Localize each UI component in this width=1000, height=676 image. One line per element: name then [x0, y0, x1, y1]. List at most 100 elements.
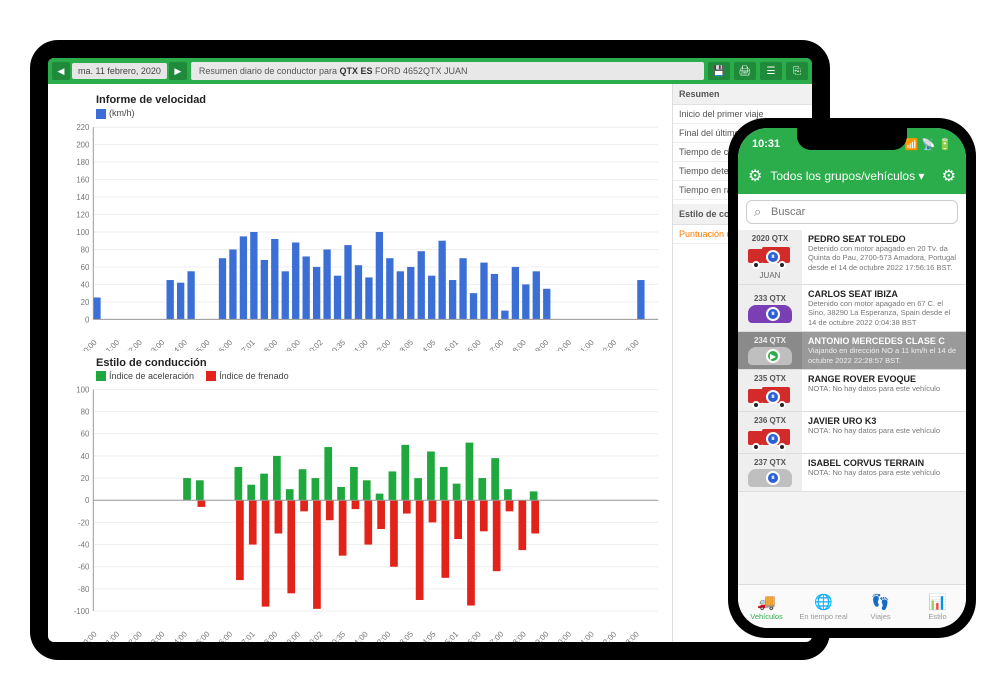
svg-text:08:00: 08:00 [259, 629, 280, 642]
vehicle-item[interactable]: 233 QTX ⏸ CARLOS SEAT IBIZA Detenido con… [738, 285, 966, 332]
svg-text:-80: -80 [78, 585, 90, 594]
svg-text:04:00: 04:00 [169, 629, 190, 642]
legend-accel: Índice de aceleración [109, 371, 194, 381]
vehicle-info: RANGE ROVER EVOQUE NOTA: No hay datos pa… [802, 370, 966, 411]
svg-text:120: 120 [76, 210, 90, 219]
tab-en-tiempo-real[interactable]: 🌐En tiempo real [795, 585, 852, 628]
vehicle-icon: 234 QTX ▶ [738, 332, 802, 369]
svg-text:10:35: 10:35 [327, 337, 348, 351]
tab-label: Vehículos [750, 612, 783, 621]
vehicle-meta: NOTA: No hay datos para este vehículo [808, 384, 960, 393]
phone-screen: 10:31 📶 📡 🔋 ⚙ Todos los grupos/vehículos… [738, 128, 966, 628]
settings-icon[interactable]: ⚙ [942, 166, 956, 186]
svg-text:80: 80 [81, 245, 90, 254]
svg-text:140: 140 [76, 193, 90, 202]
svg-text:14:05: 14:05 [417, 629, 438, 642]
plate-label: 233 QTX [754, 294, 786, 303]
svg-text:16:00: 16:00 [463, 629, 484, 642]
svg-text:08:00: 08:00 [259, 337, 280, 351]
vehicle-list[interactable]: 2020 QTX ⏸ JUAN PEDRO SEAT TOLEDO Deteni… [738, 230, 966, 584]
search-input[interactable] [746, 200, 958, 224]
svg-text:12:00: 12:00 [372, 337, 393, 351]
svg-text:17:00: 17:00 [485, 337, 506, 351]
tab-icon: 👣 [871, 593, 890, 611]
plate-label: 234 QTX [754, 336, 786, 345]
svg-text:02:00: 02:00 [124, 629, 145, 642]
svg-text:20:00: 20:00 [553, 337, 574, 351]
vehicle-icon: 235 QTX ⏸ [738, 370, 802, 411]
svg-text:80: 80 [81, 408, 90, 417]
svg-text:01:00: 01:00 [101, 337, 122, 351]
prev-day-button[interactable]: ◀ [52, 62, 70, 80]
svg-text:00:00: 00:00 [78, 629, 99, 642]
svg-text:21:00: 21:00 [575, 629, 596, 642]
svg-text:16:00: 16:00 [463, 337, 484, 351]
status-icons: 📶 📡 🔋 [905, 138, 952, 151]
svg-text:-60: -60 [78, 563, 90, 572]
plate-label: 237 QTX [754, 458, 786, 467]
vehicle-name: RANGE ROVER EVOQUE [808, 374, 960, 384]
svg-text:40: 40 [81, 452, 90, 461]
plate-label: 236 QTX [754, 416, 786, 425]
save-button[interactable]: 💾 [708, 62, 730, 80]
svg-text:19:00: 19:00 [530, 629, 551, 642]
summary-header: Resumen [673, 84, 812, 105]
vehicle-item[interactable]: 234 QTX ▶ ANTONIO MERCEDES CLASE C Viaja… [738, 332, 966, 370]
vehicle-name: PEDRO SEAT TOLEDO [808, 234, 960, 244]
filter-icon[interactable]: ⚙ [748, 166, 762, 186]
date-cell[interactable]: ma. 11 febrero, 2020 [72, 63, 167, 79]
svg-text:12:00: 12:00 [372, 629, 393, 642]
svg-text:200: 200 [76, 140, 90, 149]
notch [797, 128, 907, 150]
svg-text:00:00: 00:00 [78, 337, 99, 351]
svg-text:22:00: 22:00 [598, 629, 619, 642]
tab-viajes[interactable]: 👣Viajes [852, 585, 909, 628]
print-button[interactable]: 🖨 [734, 62, 756, 80]
svg-text:40: 40 [81, 280, 90, 289]
svg-text:11:00: 11:00 [350, 629, 370, 642]
tab-label: Estilo [928, 612, 946, 621]
next-day-button[interactable]: ▶ [169, 62, 187, 80]
vehicle-icon: 237 QTX ⏸ [738, 454, 802, 491]
svg-text:03:00: 03:00 [146, 337, 167, 351]
chart2-legend: Índice de aceleración Índice de frenado [96, 371, 666, 382]
group-dropdown[interactable]: Todos los grupos/vehículos ▾ [770, 169, 933, 183]
driver-label: JUAN [760, 271, 781, 280]
svg-text:-40: -40 [78, 541, 90, 550]
svg-text:10:02: 10:02 [304, 630, 324, 642]
vehicle-info: ANTONIO MERCEDES CLASE C Viajando en dir… [802, 332, 966, 369]
svg-text:-100: -100 [74, 607, 90, 616]
export-button[interactable]: ⎘ [786, 62, 808, 80]
chart2-title: Estilo de conducción [96, 357, 666, 369]
vehicle-name: ISABEL CORVUS TERRAIN [808, 458, 960, 468]
tab-icon: 🚚 [757, 593, 776, 611]
svg-text:60: 60 [81, 430, 90, 439]
vehicle-item[interactable]: 2020 QTX ⏸ JUAN PEDRO SEAT TOLEDO Deteni… [738, 230, 966, 285]
vehicle-item[interactable]: 235 QTX ⏸ RANGE ROVER EVOQUE NOTA: No ha… [738, 370, 966, 412]
svg-text:100: 100 [76, 228, 90, 237]
tab-vehículos[interactable]: 🚚Vehículos [738, 585, 795, 628]
page-title: Resumen diario de conductor para QTX ES … [191, 62, 704, 80]
tablet-screen: ◀ ma. 11 febrero, 2020 ▶ Resumen diario … [48, 58, 812, 642]
svg-text:04:00: 04:00 [169, 337, 190, 351]
vehicle-meta: Detenido con motor apagado en 67 C. el S… [808, 299, 960, 327]
tablet-device: ◀ ma. 11 febrero, 2020 ▶ Resumen diario … [30, 40, 830, 660]
vehicle-meta: Detenido con motor apagado en 20 Tv. da … [808, 244, 960, 272]
vehicle-item[interactable]: 236 QTX ⏸ JAVIER URO K3 NOTA: No hay dat… [738, 412, 966, 454]
svg-text:15:01: 15:01 [440, 630, 460, 642]
legend-label-kmh: (km/h) [109, 108, 135, 118]
svg-text:22:00: 22:00 [598, 337, 619, 351]
menu-button[interactable]: ☰ [760, 62, 782, 80]
svg-text:10:02: 10:02 [304, 338, 324, 351]
vehicle-meta: NOTA: No hay datos para este vehículo [808, 426, 960, 435]
tab-estilo[interactable]: 📊Estilo [909, 585, 966, 628]
tab-icon: 🌐 [814, 593, 833, 611]
svg-text:07:01: 07:01 [237, 630, 257, 642]
vehicle-info: CARLOS SEAT IBIZA Detenido con motor apa… [802, 285, 966, 331]
svg-text:-20: -20 [78, 519, 90, 528]
vehicle-item[interactable]: 237 QTX ⏸ ISABEL CORVUS TERRAIN NOTA: No… [738, 454, 966, 492]
title-prefix: Resumen diario de conductor para [199, 66, 340, 76]
svg-text:05:00: 05:00 [191, 337, 212, 351]
vehicle-icon: 236 QTX ⏸ [738, 412, 802, 453]
svg-text:02:00: 02:00 [124, 337, 145, 351]
